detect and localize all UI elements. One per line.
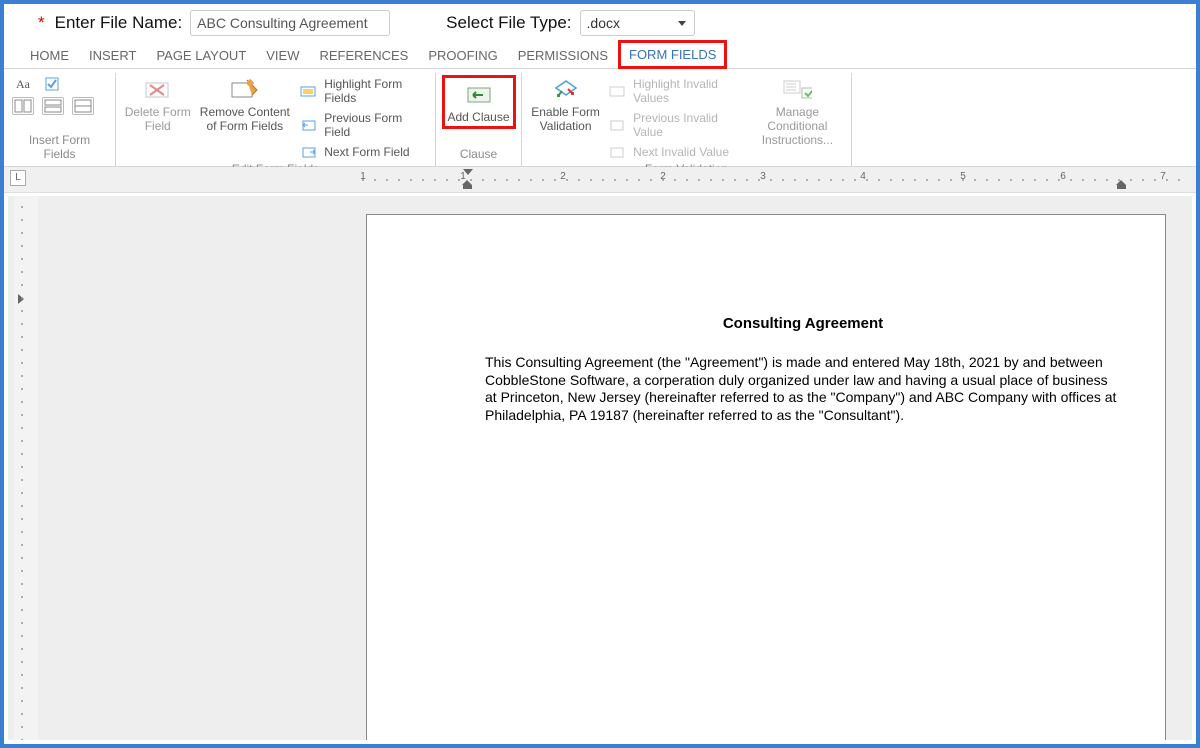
- manage-conditional-button[interactable]: Manage Conditional Instructions...: [752, 75, 843, 147]
- remove-content-label: Remove Content of Form Fields: [197, 105, 292, 133]
- previous-invalid-button[interactable]: Previous Invalid Value: [607, 110, 746, 140]
- enable-validation-label: Enable Form Validation: [530, 105, 601, 133]
- group-label-clause: Clause: [444, 145, 513, 164]
- horizontal-ruler-area: L 1 1 2 2 3 4 5 6 7: [4, 167, 1196, 193]
- document-title: Consulting Agreement: [485, 315, 1121, 332]
- next-field-icon: [300, 145, 318, 159]
- text-field-icon[interactable]: Aa: [12, 75, 34, 93]
- enable-form-validation-button[interactable]: Enable Form Validation: [530, 75, 601, 133]
- horizontal-ruler[interactable]: 1 1 2 2 3 4 5 6 7: [362, 169, 1186, 189]
- remove-content-icon: [230, 77, 260, 103]
- highlight-label: Highlight Form Fields: [324, 77, 425, 105]
- delete-field-label: Delete Form Field: [124, 105, 191, 133]
- group-edit-form-fields: Delete Form Field Remove Content of Form…: [116, 73, 436, 166]
- prev-invalid-icon: [609, 118, 627, 132]
- filename-input[interactable]: [190, 10, 390, 36]
- filetype-select[interactable]: .docx: [580, 10, 695, 36]
- tab-insert[interactable]: INSERT: [79, 42, 146, 68]
- highlight-invalid-icon: [609, 84, 627, 98]
- group-form-validation: Enable Form Validation Highlight Invalid…: [522, 73, 852, 166]
- ruler-corner[interactable]: L: [10, 170, 26, 186]
- previous-form-field-button[interactable]: Previous Form Field: [298, 110, 427, 140]
- group-label-insert: Insert Form Fields: [12, 131, 107, 164]
- tab-proofing[interactable]: PROOFING: [418, 42, 507, 68]
- conditional-icon: [782, 77, 812, 103]
- prev-invalid-label: Previous Invalid Value: [633, 111, 744, 139]
- vertical-ruler[interactable]: [14, 196, 38, 740]
- checkbox-field-icon[interactable]: [42, 75, 64, 93]
- next-invalid-button[interactable]: Next Invalid Value: [607, 144, 746, 160]
- filetype-value: .docx: [587, 15, 620, 31]
- tab-form-fields[interactable]: FORM FIELDS: [618, 40, 727, 69]
- highlight-icon: [300, 84, 318, 98]
- tab-home[interactable]: HOME: [20, 42, 79, 68]
- next-form-field-button[interactable]: Next Form Field: [298, 144, 427, 160]
- next-field-label: Next Form Field: [324, 145, 409, 159]
- highlight-invalid-label: Highlight Invalid Values: [633, 77, 744, 105]
- highlight-invalid-button[interactable]: Highlight Invalid Values: [607, 76, 746, 106]
- required-asterisk: *: [38, 13, 45, 33]
- group-clause: Add Clause Clause: [436, 73, 522, 166]
- tab-page-layout[interactable]: PAGE LAYOUT: [146, 42, 256, 68]
- next-invalid-label: Next Invalid Value: [633, 145, 729, 159]
- manage-conditional-label: Manage Conditional Instructions...: [752, 105, 843, 147]
- validation-icon: [551, 77, 581, 103]
- add-clause-button[interactable]: Add Clause: [446, 80, 512, 124]
- filetype-label: Select File Type:: [446, 13, 571, 33]
- ribbon-tabs: HOME INSERT PAGE LAYOUT VIEW REFERENCES …: [4, 40, 1196, 69]
- document-workspace: Consulting Agreement This Consulting Agr…: [8, 196, 1192, 740]
- remove-content-button[interactable]: Remove Content of Form Fields: [197, 75, 292, 133]
- prev-field-icon: [300, 118, 318, 132]
- left-indent-marker[interactable]: [463, 185, 472, 189]
- add-clause-icon: [464, 82, 494, 108]
- right-indent-marker[interactable]: [1117, 185, 1126, 189]
- top-margin-marker[interactable]: [18, 294, 24, 304]
- delete-form-field-button[interactable]: Delete Form Field: [124, 75, 191, 133]
- chevron-down-icon: [678, 21, 686, 26]
- document-body: This Consulting Agreement (the "Agreemen…: [485, 354, 1121, 424]
- group-insert-form-fields: Aa Insert Form Fi: [4, 73, 116, 166]
- document-page[interactable]: Consulting Agreement This Consulting Agr…: [366, 214, 1166, 740]
- file-info-bar: * Enter File Name: Select File Type: .do…: [4, 4, 1196, 38]
- add-clause-label: Add Clause: [447, 110, 509, 124]
- prev-field-label: Previous Form Field: [324, 111, 425, 139]
- tab-view[interactable]: VIEW: [256, 42, 309, 68]
- tab-permissions[interactable]: PERMISSIONS: [508, 42, 618, 68]
- ribbon: Aa Insert Form Fi: [4, 69, 1196, 167]
- layout3-icon[interactable]: [72, 97, 94, 115]
- next-invalid-icon: [609, 145, 627, 159]
- delete-field-icon: [143, 77, 173, 103]
- highlight-form-fields-button[interactable]: Highlight Form Fields: [298, 76, 427, 106]
- filename-label: Enter File Name:: [55, 13, 183, 33]
- layout2-icon[interactable]: [42, 97, 64, 115]
- add-clause-highlight: Add Clause: [442, 75, 516, 129]
- layout1-icon[interactable]: [12, 97, 34, 115]
- tab-references[interactable]: REFERENCES: [310, 42, 419, 68]
